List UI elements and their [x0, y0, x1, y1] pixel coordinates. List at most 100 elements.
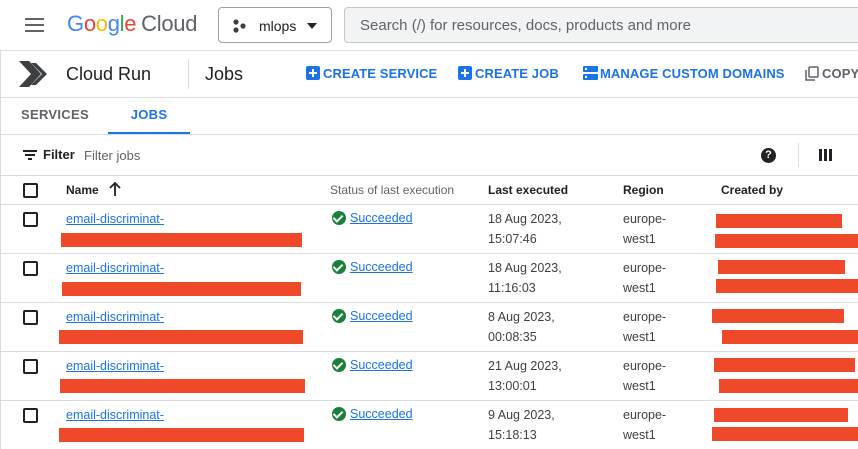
job-name-link[interactable]: email-discriminat-	[66, 359, 164, 373]
status-link[interactable]: Succeeded	[350, 260, 413, 274]
redaction-block	[712, 427, 858, 441]
search-box[interactable]	[344, 7, 858, 43]
status-link[interactable]: Succeeded	[350, 358, 413, 372]
check-circle-icon	[332, 358, 346, 372]
region-line-1: europe-	[623, 359, 667, 373]
last-executed-date: 18 Aug 2023,	[488, 212, 562, 226]
column-header-status[interactable]: Status of last execution	[330, 183, 454, 197]
table-header: Name Status of last execution Last execu…	[0, 176, 858, 204]
copy-button[interactable]: COPY	[805, 66, 858, 82]
project-name: mlops	[259, 18, 297, 34]
filter-input[interactable]	[84, 145, 384, 165]
check-circle-icon	[332, 260, 346, 274]
menu-icon[interactable]	[22, 15, 48, 35]
last-executed-date: 8 Aug 2023,	[488, 310, 555, 324]
select-all-checkbox[interactable]	[23, 183, 38, 198]
column-header-name[interactable]: Name	[66, 183, 99, 197]
redaction-block	[718, 260, 845, 274]
cloud-run-icon	[19, 61, 47, 87]
job-name-link[interactable]: email-discriminat-	[66, 408, 164, 422]
redaction-block	[62, 282, 301, 296]
page-title: Jobs	[205, 64, 244, 84]
chevron-down-icon	[307, 23, 317, 29]
job-name-link[interactable]: email-discriminat-	[66, 212, 164, 226]
manage-custom-domains-button[interactable]: MANAGE CUSTOM DOMAINS	[583, 66, 784, 82]
redaction-block	[59, 428, 304, 442]
region-line-2: west1	[623, 428, 656, 442]
check-circle-icon	[332, 407, 346, 421]
top-bar: Google Cloud mlops	[0, 0, 858, 50]
table-row[interactable]: email-discriminat- Succeeded 18 Aug 2023…	[0, 253, 858, 302]
product-bar-separator	[188, 59, 189, 89]
add-icon	[306, 66, 320, 80]
sort-up-icon[interactable]	[108, 181, 122, 197]
status-link[interactable]: Succeeded	[350, 309, 413, 323]
check-circle-icon	[332, 211, 346, 225]
region-line-1: europe-	[623, 408, 667, 422]
column-header-region[interactable]: Region	[623, 183, 664, 197]
redaction-block	[722, 330, 858, 344]
tab-jobs[interactable]: JOBS	[108, 98, 190, 134]
redaction-block	[716, 214, 842, 228]
redaction-block	[712, 309, 844, 323]
job-name-link[interactable]: email-discriminat-	[66, 261, 164, 275]
domains-icon	[583, 66, 598, 80]
product-bar: Cloud Run Jobs CREATE SERVICE CREATE JOB…	[0, 51, 858, 97]
check-circle-icon	[332, 309, 346, 323]
add-icon	[458, 66, 472, 80]
filter-label[interactable]: Filter	[43, 147, 75, 162]
region-line-2: west1	[623, 232, 656, 246]
last-executed-time: 15:07:46	[488, 232, 537, 246]
project-icon	[233, 19, 246, 33]
last-executed-time: 13:00:01	[488, 379, 537, 393]
last-executed-date: 21 Aug 2023,	[488, 359, 562, 373]
region-line-1: europe-	[623, 310, 667, 324]
search-input[interactable]	[360, 8, 840, 42]
region-line-2: west1	[623, 281, 656, 295]
redaction-block	[714, 358, 855, 372]
redaction-block	[714, 408, 848, 422]
row-checkbox[interactable]	[23, 212, 38, 227]
filter-bar-separator	[798, 143, 799, 167]
region-line-1: europe-	[623, 212, 667, 226]
column-header-last-executed[interactable]: Last executed	[488, 183, 568, 197]
column-header-created-by[interactable]: Created by	[721, 183, 783, 197]
project-picker[interactable]: mlops	[218, 7, 332, 43]
product-title: Cloud Run	[66, 64, 152, 84]
region-line-2: west1	[623, 330, 656, 344]
filter-bar: Filter ?	[0, 135, 858, 175]
last-executed-time: 15:18:13	[488, 428, 537, 442]
status-link[interactable]: Succeeded	[350, 407, 413, 421]
last-executed-date: 9 Aug 2023,	[488, 408, 555, 422]
table-row[interactable]: email-discriminat- Succeeded 8 Aug 2023,…	[0, 302, 858, 351]
table-row[interactable]: email-discriminat- Succeeded 18 Aug 2023…	[0, 204, 858, 253]
last-executed-date: 18 Aug 2023,	[488, 261, 562, 275]
columns-icon[interactable]	[819, 149, 833, 161]
create-job-button[interactable]: CREATE JOB	[458, 66, 559, 82]
region-line-1: europe-	[623, 261, 667, 275]
table-row[interactable]: email-discriminat- Succeeded 21 Aug 2023…	[0, 351, 858, 400]
table-row[interactable]: email-discriminat- Succeeded 9 Aug 2023,…	[0, 400, 858, 449]
last-executed-time: 00:08:35	[488, 330, 537, 344]
job-name-link[interactable]: email-discriminat-	[66, 310, 164, 324]
row-checkbox[interactable]	[23, 261, 38, 276]
redaction-block	[61, 233, 302, 247]
status-link[interactable]: Succeeded	[350, 211, 413, 225]
help-icon[interactable]: ?	[761, 148, 776, 163]
google-cloud-logo[interactable]: Google Cloud	[67, 11, 197, 37]
redaction-block	[719, 379, 858, 393]
copy-icon	[805, 66, 819, 81]
redaction-block	[60, 379, 305, 393]
filter-icon[interactable]	[23, 150, 37, 161]
tab-bar: SERVICES JOBS	[0, 98, 858, 134]
redaction-block	[59, 330, 303, 344]
create-service-button[interactable]: CREATE SERVICE	[306, 66, 437, 82]
region-line-2: west1	[623, 379, 656, 393]
tab-services[interactable]: SERVICES	[16, 98, 94, 134]
row-checkbox[interactable]	[23, 310, 38, 325]
row-checkbox[interactable]	[23, 359, 38, 374]
last-executed-time: 11:16:03	[488, 281, 536, 295]
row-checkbox[interactable]	[23, 408, 38, 423]
redaction-block	[715, 234, 858, 248]
redaction-block	[716, 279, 858, 293]
